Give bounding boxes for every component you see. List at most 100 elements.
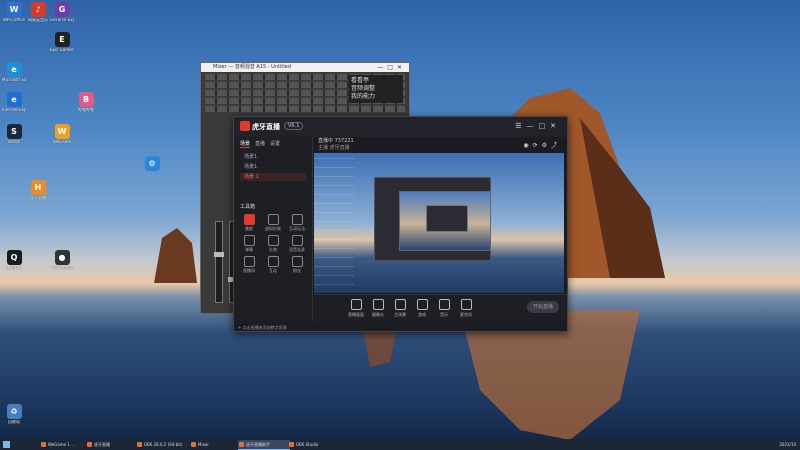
toolbox-item[interactable]: 礼物	[262, 235, 284, 253]
desktop-shortcut[interactable]: eMicrosoft Edge	[2, 62, 26, 82]
toolbox-item[interactable]: 互动玩法	[286, 214, 308, 232]
fader-knob[interactable]	[214, 252, 224, 257]
taskbar-item[interactable]: Mixer	[190, 440, 242, 449]
source-icon	[372, 299, 384, 310]
start-live-button[interactable]: 开始直播	[527, 301, 559, 313]
tool-label: 互动玩法	[289, 226, 305, 231]
source-button[interactable]: 游戏	[410, 299, 434, 318]
add-source-hint[interactable]: + 点击直播来添加数字资源	[238, 325, 287, 331]
stage-action-icons[interactable]: ◉⟳⚙⤴	[523, 140, 561, 149]
source-label: 麦克风	[460, 312, 472, 317]
desktop-shortcut[interactable]: S Steam	[2, 124, 26, 144]
desktop-shortcut[interactable]: H 虎牙直播	[26, 180, 50, 200]
desktop-shortcut[interactable]: W WPS Office	[2, 2, 26, 22]
scene-item[interactable]: 场景1	[240, 153, 306, 161]
toolbox-item[interactable]: 互动	[262, 256, 284, 274]
app-header: 虎牙直播 V6.1 ☰—□✕	[234, 117, 567, 137]
tool-icon	[243, 256, 255, 267]
source-icon	[350, 299, 362, 310]
app-icon: ⚙	[144, 156, 160, 171]
scene-item-selected[interactable]: 场景 1	[240, 173, 306, 181]
steam-icon: S	[6, 124, 22, 139]
desktop-shortcut-label: Steam	[7, 140, 21, 144]
streaming-app-window[interactable]: 虎牙直播 V6.1 ☰—□✕ 场景 直播 设置 场景1 场景1 场景 1 工具箱…	[233, 116, 568, 332]
taskbar-item[interactable]: OBS 28.0.2 (64-bit)	[136, 440, 188, 449]
bilibili-icon: B	[78, 92, 94, 107]
windows-start-icon[interactable]	[3, 441, 10, 448]
tool-icon	[243, 235, 255, 246]
tab-settings[interactable]: 设置	[270, 140, 280, 148]
desktop-shortcut-label: Microsoft Edge	[2, 78, 26, 82]
tool-icon	[267, 235, 279, 246]
system-tray-clock[interactable]: 2023/10	[779, 439, 796, 450]
desktop-shortcut[interactable]: ♪ 网易云音乐	[26, 2, 50, 22]
tool-label: 粉丝	[293, 268, 301, 273]
desktop-shortcut-label: GeForce Experience	[50, 18, 74, 22]
tool-label: 美颜	[245, 226, 253, 231]
tab-live[interactable]: 直播	[255, 140, 265, 148]
mixer-title: Mixer — 音频混音 A15 - Untitled	[213, 64, 291, 70]
desktop-shortcut[interactable]: eInternet Explorer	[2, 92, 26, 112]
tool-icon	[291, 235, 303, 246]
tool-icon	[291, 214, 303, 225]
source-label: 音乐	[440, 312, 448, 317]
source-icon	[394, 299, 406, 310]
toolbox-item[interactable]: 语音连麦	[286, 235, 308, 253]
app-logo-text: 虎牙直播	[252, 123, 280, 131]
desktop-shortcut[interactable]: ♻ 回收站	[2, 404, 26, 424]
desktop-shortcut-label: 网易云音乐	[28, 18, 48, 22]
taskbar-item[interactable]: 虎牙直播	[86, 440, 138, 449]
desktop-shortcut[interactable]: W WeGame	[50, 124, 74, 144]
taskbar-item[interactable]: 虎牙直播助手	[238, 440, 290, 450]
window-controls[interactable]: ☰—□✕	[515, 122, 561, 130]
desktop-shortcut[interactable]: Q 腾讯QQ	[2, 250, 26, 270]
toolbox-item[interactable]: 美颜	[238, 214, 260, 232]
tool-label: 互动	[269, 268, 277, 273]
wps-icon: W	[6, 2, 22, 17]
desktop-shortcut[interactable]: ● OBS Studio	[50, 250, 74, 270]
scene-item[interactable]: 场景1	[240, 163, 306, 171]
huya-logo-icon	[240, 121, 250, 131]
desktop-shortcut-label: 回收站	[8, 420, 20, 424]
stage-subtitle: 主播 虎牙直播	[318, 145, 350, 151]
tab-scene[interactable]: 场景	[240, 140, 251, 148]
toolbox-item[interactable]: 弹幕	[238, 235, 260, 253]
desktop-shortcut[interactable]: EEpic Games Launcher	[50, 32, 74, 52]
source-icon	[460, 299, 472, 310]
window-controls[interactable]: —□✕	[377, 63, 406, 72]
tool-label: 虚拟形象	[265, 226, 281, 231]
volume-fader[interactable]	[214, 221, 224, 303]
source-button[interactable]: 麦克风	[454, 299, 478, 318]
toolbox-item[interactable]: 粉丝	[286, 256, 308, 274]
taskbar-item[interactable]: OBS Studio	[288, 440, 340, 449]
tool-label: 直播间	[243, 268, 255, 273]
desktop-shortcut-label: 腾讯QQ	[6, 266, 22, 270]
epic-icon: E	[54, 32, 70, 47]
taskbar-item[interactable]: WeGame 1 ...	[40, 440, 92, 449]
version-badge[interactable]: V6.1	[284, 122, 304, 130]
toolbox-item[interactable]: 直播间	[238, 256, 260, 274]
tool-icon	[267, 256, 279, 267]
toolbox-grid: 美颜 虚拟形象 互动玩法弹幕 礼物 语音连麦直播间 互动 粉丝	[234, 214, 312, 274]
source-icon	[416, 299, 428, 310]
desktop-shortcut[interactable]: ⚙	[140, 156, 164, 172]
recycle-bin-icon: ♻	[6, 404, 22, 419]
mixer-titlebar[interactable]: Mixer — 音频混音 A15 - Untitled —□✕	[201, 63, 409, 72]
source-button[interactable]: 主场景	[388, 299, 412, 318]
toolbox-item[interactable]: 虚拟形象	[262, 214, 284, 232]
huya-icon: H	[30, 180, 46, 195]
desktop-shortcut[interactable]: B 哔哩哔哩	[74, 92, 98, 112]
desktop-shortcut-label: 虎牙直播	[30, 196, 46, 200]
tool-label: 弹幕	[245, 247, 253, 252]
source-button[interactable]: 音乐	[432, 299, 456, 318]
desktop-shortcut-label: Epic Games Launcher	[50, 48, 74, 52]
source-button[interactable]: 直播画面	[344, 299, 368, 318]
stream-preview[interactable]	[314, 153, 564, 293]
side-text-line: 看看亭	[351, 77, 370, 84]
desktop-shortcut[interactable]: GGeForce Experience	[50, 2, 74, 22]
source-label: 直播画面	[348, 312, 364, 317]
preview-desktop-icons	[314, 153, 354, 293]
source-label: 游戏	[418, 312, 426, 317]
source-button[interactable]: 摄像头	[366, 299, 390, 318]
music-icon: ♪	[30, 2, 46, 17]
